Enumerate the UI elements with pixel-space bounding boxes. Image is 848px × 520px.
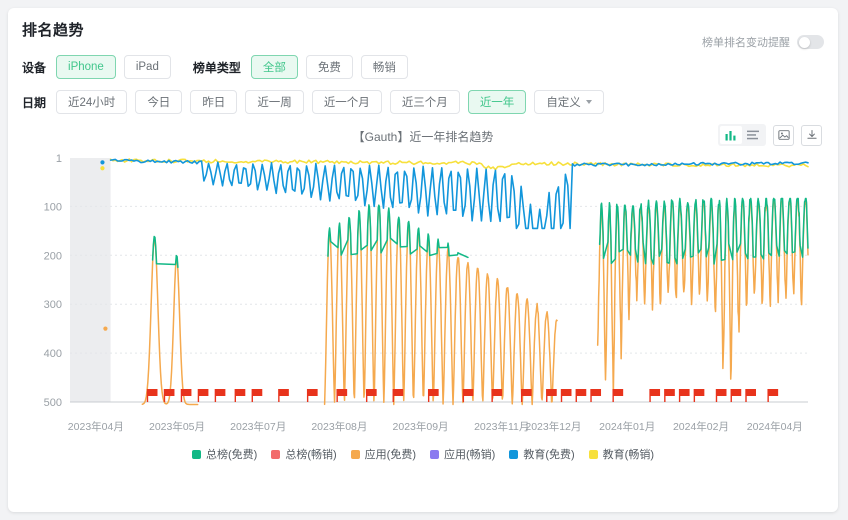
version-release-flag-icon	[649, 389, 661, 402]
chart-block: 【Gauth】近一年排名趋势 1 100 200 300 400 500 202…	[8, 124, 838, 476]
legend-label: 总榜(免费)	[206, 449, 258, 461]
rank-trend-svg: 1 100 200 300 400 500 2023年04月 2023年05月 2023年07月…	[44, 153, 809, 433]
date-chip-three-months[interactable]: 近三个月	[389, 90, 460, 114]
page-root: 排名趋势 榜单排名变动提醒 设备 iPhone iPad 榜单类型 全部 免费 …	[0, 0, 848, 520]
legend-swatch	[509, 449, 519, 459]
rank-alert-toggle-group[interactable]: 榜单排名变动提醒	[702, 34, 824, 50]
version-release-flag-icon	[180, 389, 192, 402]
version-release-flag-icon	[678, 389, 690, 402]
legend-label: 教育(畅销)	[602, 449, 654, 461]
version-release-flag-icon	[214, 389, 226, 402]
svg-text:2023年05月: 2023年05月	[149, 420, 205, 433]
device-filter-label: 设备	[22, 60, 47, 75]
legend-swatch	[192, 449, 202, 459]
svg-text:2024年04月: 2024年04月	[747, 420, 803, 433]
version-release-flag-icon	[306, 389, 318, 402]
version-release-flag-icon	[590, 389, 602, 402]
legend-swatch	[588, 449, 598, 459]
chevron-down-icon	[585, 100, 592, 104]
list-type-chip-all[interactable]: 全部	[250, 55, 298, 79]
version-release-flag-icon	[278, 389, 289, 402]
chart-toolbar	[718, 124, 822, 146]
legend-label: 总榜(畅销)	[285, 449, 337, 461]
chart-title: 【Gauth】近一年排名趋势	[352, 130, 494, 144]
version-release-flag-icon	[392, 389, 404, 402]
date-chip-year[interactable]: 近一年	[467, 90, 527, 114]
legend-item-apps-free[interactable]: 应用(免费)	[350, 446, 416, 462]
list-type-chip-grossing[interactable]: 畅销	[360, 55, 408, 79]
version-release-flag-icon	[693, 389, 705, 402]
svg-text:2023年04月: 2023年04月	[68, 420, 124, 433]
list-type-filter-label: 榜单类型	[192, 60, 241, 75]
svg-text:500: 500	[44, 397, 62, 409]
version-release-flag-icon	[715, 389, 727, 402]
download-icon[interactable]	[801, 124, 822, 146]
legend-label: 教育(免费)	[523, 449, 575, 461]
date-chip-month[interactable]: 近一个月	[311, 90, 382, 114]
version-release-flag-icon	[745, 389, 757, 402]
version-release-flag-icon	[197, 389, 209, 402]
svg-text:1: 1	[56, 153, 62, 165]
date-chip-today[interactable]: 今日	[135, 90, 183, 114]
rank-alert-switch[interactable]	[797, 35, 824, 49]
version-release-flag-icon	[336, 389, 348, 402]
version-release-flag-icon	[664, 389, 675, 402]
svg-text:2024年02月: 2024年02月	[673, 420, 729, 433]
filter-row-date: 日期 近24小时 今日 昨日 近一周 近一个月 近三个月 近一年 自定义	[8, 84, 838, 120]
version-release-flag-icon	[612, 389, 624, 402]
legend-swatch	[350, 449, 360, 459]
page-title: 排名趋势	[22, 21, 85, 39]
rank-alert-label: 榜单排名变动提醒	[702, 37, 790, 49]
legend-swatch	[430, 449, 439, 459]
date-chip-week[interactable]: 近一周	[245, 90, 304, 114]
device-chip-iphone[interactable]: iPhone	[56, 55, 116, 79]
image-icon[interactable]	[773, 124, 794, 146]
switch-knob	[799, 36, 810, 48]
svg-text:2023年09月: 2023年09月	[393, 420, 449, 433]
svg-text:2023年08月: 2023年08月	[311, 420, 367, 433]
legend-label: 应用(畅销)	[444, 449, 496, 461]
version-release-flag-icon	[767, 389, 779, 402]
legend-item-education-grossing[interactable]: 教育(畅销)	[588, 446, 654, 462]
version-release-flag-icon	[251, 389, 263, 402]
list-lines-icon[interactable]	[742, 126, 764, 144]
chart-legend: 总榜(免费) 总榜(畅销) 应用(免费) 应用(畅销) 教育(免费) 教育(畅销…	[8, 446, 838, 462]
svg-text:2024年01月: 2024年01月	[599, 420, 655, 433]
svg-text:200: 200	[44, 250, 62, 262]
legend-item-total-grossing[interactable]: 总榜(畅销)	[271, 446, 337, 462]
filter-row-device: 设备 iPhone iPad 榜单类型 全部 免费 畅销	[8, 50, 838, 84]
svg-text:400: 400	[44, 348, 62, 360]
legend-label: 应用(免费)	[364, 449, 416, 461]
legend-swatch	[271, 449, 281, 459]
chart-plot-area[interactable]: 1 100 200 300 400 500 2023年04月 2023年05月 2023年07月…	[8, 150, 838, 450]
legend-item-education-free[interactable]: 教育(免费)	[509, 446, 575, 462]
svg-text:100: 100	[44, 201, 62, 213]
date-chip-24h[interactable]: 近24小时	[56, 90, 128, 114]
version-release-flag-icon	[575, 389, 587, 402]
bar-chart-icon[interactable]	[720, 126, 742, 144]
rank-trend-card: 排名趋势 榜单排名变动提醒 设备 iPhone iPad 榜单类型 全部 免费 …	[8, 8, 838, 512]
svg-text:300: 300	[44, 299, 62, 311]
list-type-chip-free[interactable]: 免费	[305, 55, 353, 79]
date-chip-yesterday[interactable]: 昨日	[190, 90, 238, 114]
svg-text:2023年11月: 2023年11月	[474, 420, 529, 433]
version-release-flag-icon	[730, 389, 742, 402]
chart-view-segmented	[718, 124, 766, 146]
version-release-flag-icon	[491, 389, 503, 402]
svg-text:2023年07月: 2023年07月	[230, 420, 286, 433]
date-chip-custom[interactable]: 自定义	[534, 90, 604, 114]
legend-item-apps-grossing[interactable]: 应用(畅销)	[430, 446, 495, 462]
date-filter-label: 日期	[22, 95, 47, 110]
version-release-flag-icon	[234, 389, 246, 402]
date-chip-custom-label: 自定义	[546, 97, 581, 109]
device-chip-ipad[interactable]: iPad	[123, 55, 171, 79]
version-release-flag-icon	[365, 389, 377, 402]
version-release-flag-icon	[560, 389, 572, 402]
version-release-flag-icon	[462, 389, 474, 402]
version-release-flag-icon	[146, 389, 158, 402]
legend-item-total-free[interactable]: 总榜(免费)	[192, 446, 257, 462]
svg-text:2023年12月: 2023年12月	[525, 420, 581, 433]
